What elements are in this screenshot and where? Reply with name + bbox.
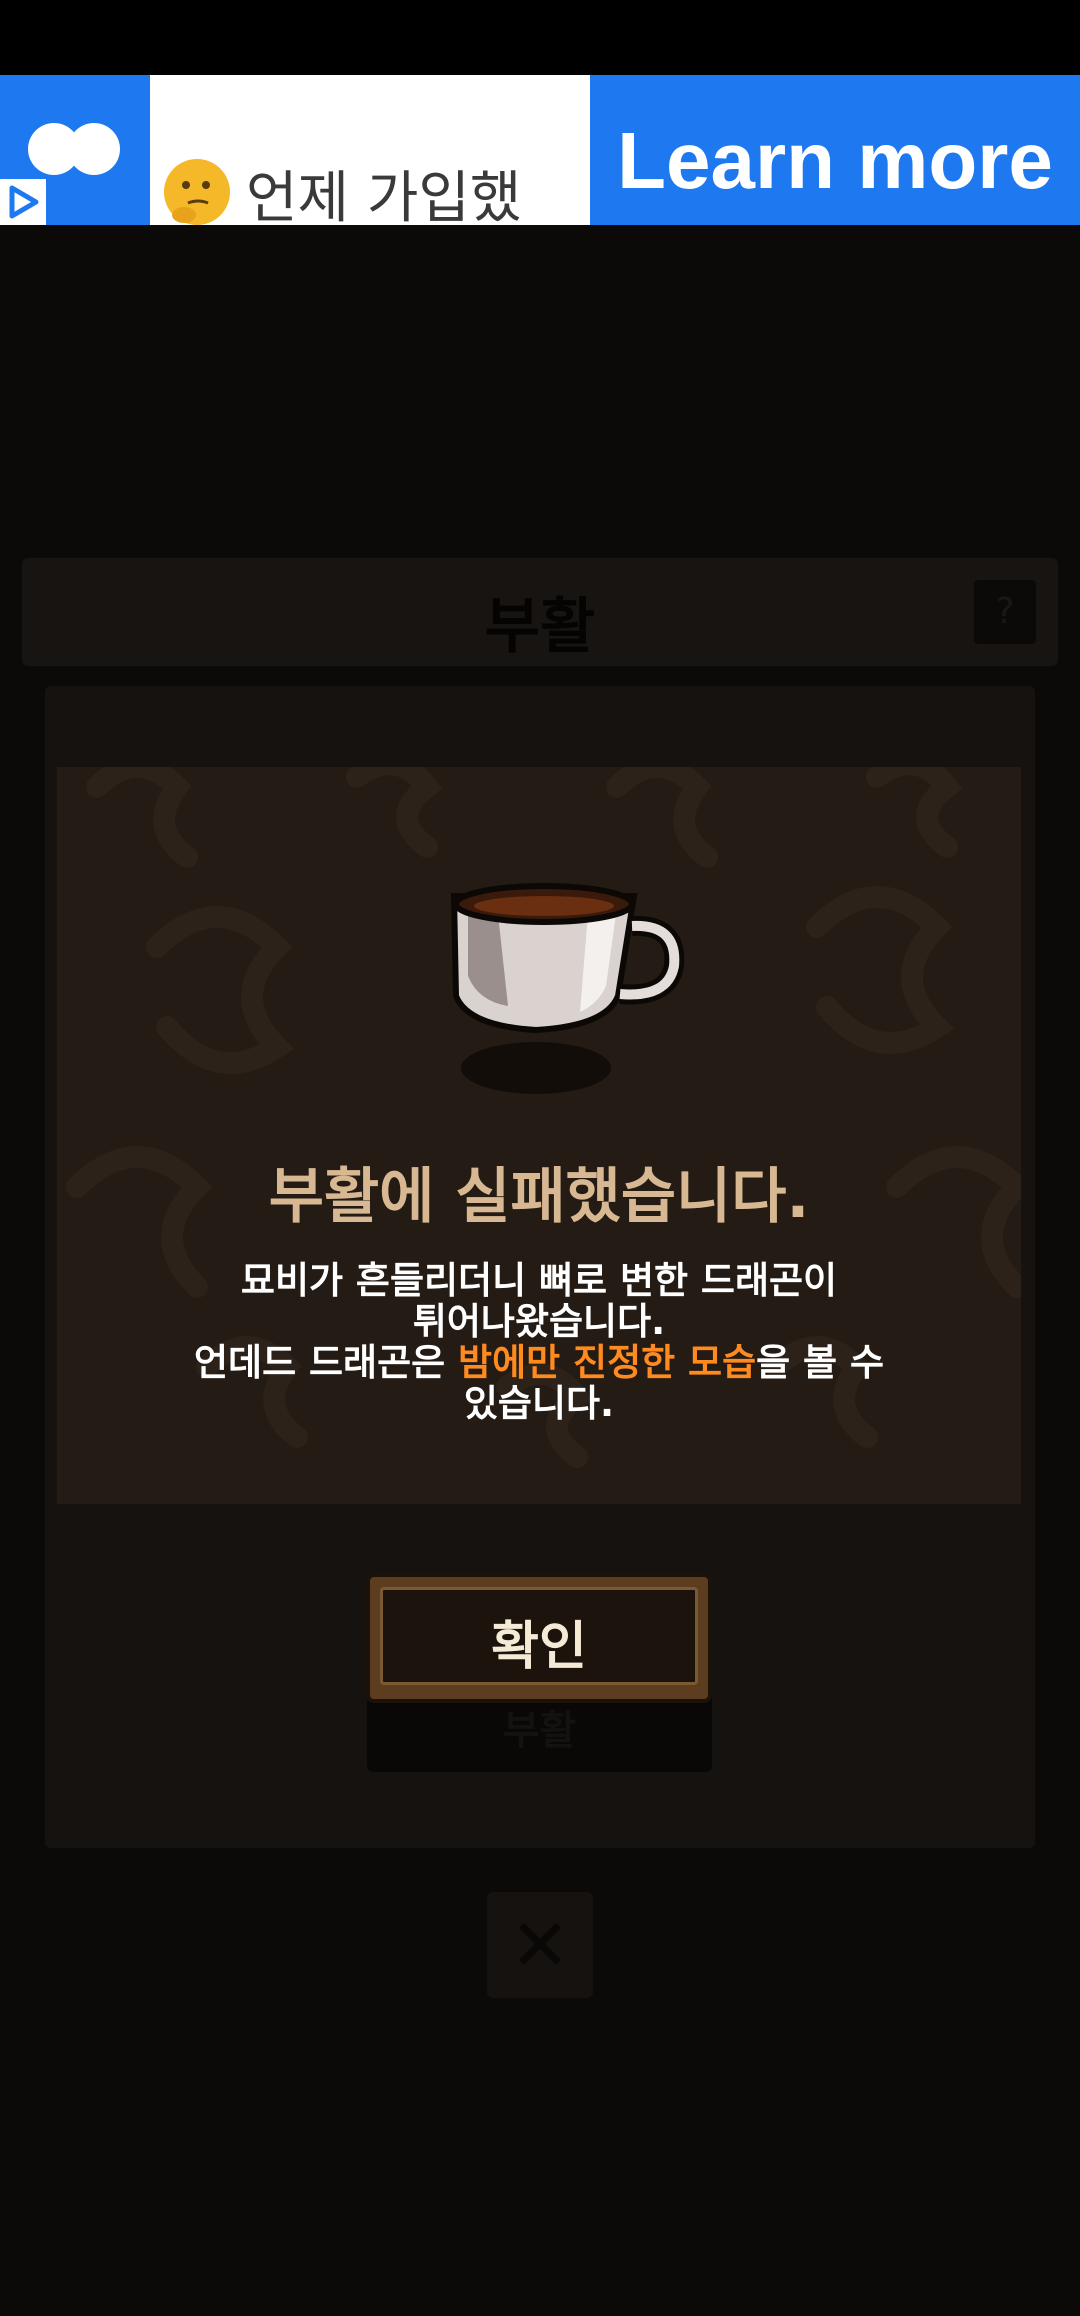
highlight-text: 밤에만 진정한 모습: [458, 1341, 757, 1384]
ad-message[interactable]: 언제 가입했: [150, 75, 590, 225]
message-line-3: 언데드 드래곤은 밤에만 진정한 모습을 볼 수: [193, 1341, 885, 1384]
ad-banner[interactable]: 언제 가입했 Learn more: [0, 75, 1080, 225]
ad-logo-icon: [0, 75, 150, 225]
message-line-1: 묘비가 흔들리더니 뼈로 변한 드래곤이: [240, 1259, 838, 1302]
popup-header: 부활 ?: [22, 558, 1058, 666]
dialog-title: 부활에 실패했습니다.: [268, 1162, 810, 1232]
dialog-message: 묘비가 흔들리더니 뼈로 변한 드래곤이 튀어나왔습니다. 언데드 드래곤은 밤…: [57, 1260, 1021, 1424]
thinking-emoji-icon: [164, 159, 230, 225]
confirm-label: 확인: [491, 1617, 587, 1677]
status-bar: [0, 0, 1080, 75]
coffee-cup-icon: [450, 883, 685, 1094]
message-line-2: 튀어나왔습니다.: [412, 1300, 666, 1343]
close-icon[interactable]: ✕: [487, 1892, 593, 1998]
help-icon[interactable]: ?: [974, 580, 1036, 644]
learn-more-button[interactable]: Learn more: [590, 75, 1080, 225]
message-line-4: 있습니다.: [463, 1382, 615, 1425]
ad-play-icon[interactable]: [0, 179, 46, 225]
confirm-button[interactable]: 확인: [366, 1573, 712, 1703]
ad-headline: 언제 가입했: [246, 166, 522, 225]
popup-title: 부활: [484, 592, 596, 662]
